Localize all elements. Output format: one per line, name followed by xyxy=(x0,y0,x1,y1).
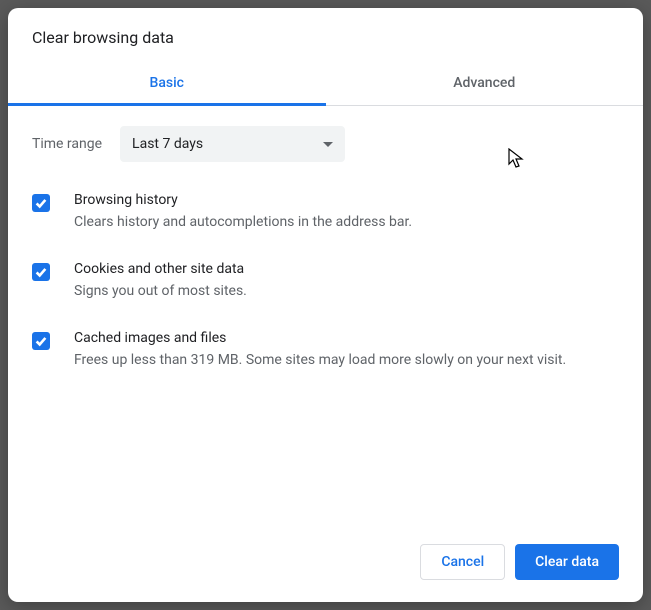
check-icon xyxy=(34,334,48,348)
option-browsing-history: Browsing history Clears history and auto… xyxy=(32,192,619,233)
checkbox-cached[interactable] xyxy=(32,332,50,350)
dialog-title: Clear browsing data xyxy=(8,8,643,61)
dialog-content: Time range Last 7 days Browsing history … xyxy=(8,106,643,528)
option-title: Cached images and files xyxy=(74,330,619,346)
time-range-selected: Last 7 days xyxy=(132,136,203,152)
option-text: Cookies and other site data Signs you ou… xyxy=(74,261,619,302)
clear-browsing-data-dialog: Clear browsing data Basic Advanced Time … xyxy=(8,8,643,602)
cancel-button[interactable]: Cancel xyxy=(420,544,505,580)
option-title: Cookies and other site data xyxy=(74,261,619,277)
option-desc: Clears history and autocompletions in th… xyxy=(74,212,619,233)
check-icon xyxy=(34,265,48,279)
option-cached: Cached images and files Frees up less th… xyxy=(32,330,619,371)
option-text: Browsing history Clears history and auto… xyxy=(74,192,619,233)
checkbox-cookies[interactable] xyxy=(32,263,50,281)
tab-basic[interactable]: Basic xyxy=(8,61,326,105)
option-text: Cached images and files Frees up less th… xyxy=(74,330,619,371)
tab-advanced[interactable]: Advanced xyxy=(326,61,644,105)
option-desc: Frees up less than 319 MB. Some sites ma… xyxy=(74,350,619,371)
check-icon xyxy=(34,196,48,210)
option-cookies: Cookies and other site data Signs you ou… xyxy=(32,261,619,302)
time-range-label: Time range xyxy=(32,136,102,152)
time-range-dropdown[interactable]: Last 7 days xyxy=(120,126,345,162)
option-desc: Signs you out of most sites. xyxy=(74,281,619,302)
chevron-down-icon xyxy=(323,142,333,147)
dialog-footer: Cancel Clear data xyxy=(8,528,643,602)
clear-data-button[interactable]: Clear data xyxy=(515,544,619,580)
option-title: Browsing history xyxy=(74,192,619,208)
checkbox-browsing-history[interactable] xyxy=(32,194,50,212)
tabs: Basic Advanced xyxy=(8,61,643,106)
time-range-row: Time range Last 7 days xyxy=(32,126,619,162)
